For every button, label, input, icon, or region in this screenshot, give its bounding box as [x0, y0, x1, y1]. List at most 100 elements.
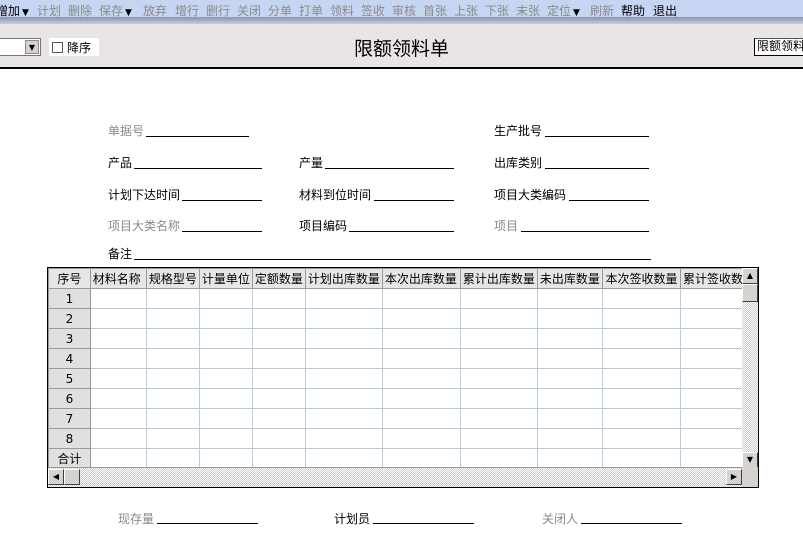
toolbar-button-20[interactable]: 退出 — [653, 2, 677, 19]
grid-cell[interactable] — [304, 408, 383, 429]
toolbar-button-18[interactable]: 刷新 — [590, 2, 614, 19]
toolbar-button-2[interactable]: 删除 — [68, 2, 92, 19]
grid-cell[interactable] — [536, 448, 604, 469]
grid-cell[interactable] — [251, 368, 306, 389]
grid-cell[interactable] — [381, 328, 461, 349]
table-row[interactable]: 6 — [48, 388, 758, 409]
quantity-field[interactable] — [325, 168, 454, 169]
grid-cell[interactable] — [536, 328, 604, 349]
grid-cell[interactable] — [381, 348, 461, 369]
toolbar-button-13[interactable]: 首张 — [423, 2, 447, 19]
column-header[interactable]: 计量单位 — [198, 268, 253, 289]
grid-cell[interactable] — [145, 328, 200, 349]
grid-cell[interactable] — [602, 288, 681, 309]
grid-cell[interactable] — [198, 428, 253, 449]
toolbar-button-7[interactable]: 关闭 — [237, 2, 261, 19]
horizontal-scroll-thumb[interactable] — [64, 469, 80, 485]
toolbar-button-10[interactable]: 领料 — [330, 2, 354, 19]
scroll-up-icon[interactable]: ▲ — [742, 268, 758, 284]
toolbar-button-1[interactable]: 计划 — [37, 2, 61, 19]
dropdown-arrow-icon[interactable]: ▼ — [22, 8, 29, 18]
row-header[interactable]: 1 — [48, 288, 91, 309]
grid-cell[interactable] — [459, 348, 538, 369]
grid-cell[interactable] — [381, 288, 461, 309]
grid-cell[interactable] — [198, 388, 253, 409]
material-time-field[interactable] — [374, 200, 454, 201]
column-header[interactable]: 规格型号 — [145, 268, 200, 289]
row-header[interactable]: 2 — [48, 308, 91, 329]
grid-cell[interactable] — [89, 408, 147, 429]
row-header[interactable]: 5 — [48, 368, 91, 389]
grid-cell[interactable] — [251, 348, 306, 369]
grid-cell[interactable] — [251, 448, 306, 469]
grid-cell[interactable] — [536, 308, 604, 329]
grid-cell[interactable] — [89, 428, 147, 449]
table-row[interactable]: 7 — [48, 408, 758, 429]
grid-cell[interactable] — [89, 388, 147, 409]
row-header[interactable]: 合计 — [48, 448, 91, 469]
planner-field[interactable] — [373, 523, 474, 524]
toolbar-button-12[interactable]: 审核 — [392, 2, 416, 19]
grid-cell[interactable] — [251, 408, 306, 429]
grid-cell[interactable] — [536, 408, 604, 429]
stock-field[interactable] — [157, 523, 258, 524]
table-row[interactable]: 2 — [48, 308, 758, 329]
grid-cell[interactable] — [602, 388, 681, 409]
table-row[interactable]: 合计 — [48, 448, 758, 469]
grid-cell[interactable] — [381, 408, 461, 429]
grid-cell[interactable] — [602, 408, 681, 429]
grid-cell[interactable] — [304, 308, 383, 329]
grid-cell[interactable] — [459, 308, 538, 329]
column-header[interactable]: 本次签收数量 — [602, 268, 681, 289]
grid-cell[interactable] — [251, 308, 306, 329]
grid-cell[interactable] — [198, 328, 253, 349]
grid-cell[interactable] — [602, 368, 681, 389]
table-row[interactable]: 1 — [48, 288, 758, 309]
toolbar-button-6[interactable]: 删行 — [206, 2, 230, 19]
grid-cell[interactable] — [381, 428, 461, 449]
grid-cell[interactable] — [145, 348, 200, 369]
material-grid[interactable]: 序号 材料名称 规格型号 计量单位 定额数量 计划出库数量 本次出库数量 累计出库数量 未出库数… — [47, 267, 759, 488]
template-select[interactable]: 限额领料单 — [754, 38, 803, 56]
grid-cell[interactable] — [89, 328, 147, 349]
grid-cell[interactable] — [304, 388, 383, 409]
grid-cell[interactable] — [602, 448, 681, 469]
grid-cell[interactable] — [536, 388, 604, 409]
grid-cell[interactable] — [145, 368, 200, 389]
grid-cell[interactable] — [602, 428, 681, 449]
table-row[interactable]: 3 — [48, 328, 758, 349]
grid-cell[interactable] — [145, 308, 200, 329]
scroll-right-icon[interactable]: ▶ — [726, 469, 742, 485]
toolbar-button-15[interactable]: 下张 — [485, 2, 509, 19]
toolbar-button-3[interactable]: 保存 ▼ — [99, 2, 132, 19]
dropdown-arrow-icon[interactable]: ▼ — [573, 8, 580, 18]
grid-cell[interactable] — [304, 328, 383, 349]
grid-cell[interactable] — [145, 388, 200, 409]
grid-cell[interactable] — [251, 288, 306, 309]
scroll-left-icon[interactable]: ◀ — [48, 469, 64, 485]
row-header[interactable]: 3 — [48, 328, 91, 349]
toolbar-button-9[interactable]: 打单 — [299, 2, 323, 19]
grid-cell[interactable] — [536, 348, 604, 369]
plan-time-field[interactable] — [182, 200, 262, 201]
grid-cell[interactable] — [145, 408, 200, 429]
column-header[interactable]: 未出库数量 — [536, 268, 604, 289]
grid-cell[interactable] — [251, 328, 306, 349]
grid-cell[interactable] — [381, 448, 461, 469]
project-category-name-field[interactable] — [182, 231, 262, 232]
grid-cell[interactable] — [602, 328, 681, 349]
grid-cell[interactable] — [198, 368, 253, 389]
grid-cell[interactable] — [145, 428, 200, 449]
grid-cell[interactable] — [89, 288, 147, 309]
grid-cell[interactable] — [89, 348, 147, 369]
row-header[interactable]: 4 — [48, 348, 91, 369]
column-header[interactable]: 定额数量 — [251, 268, 306, 289]
grid-cell[interactable] — [198, 288, 253, 309]
grid-cell[interactable] — [536, 288, 604, 309]
column-header[interactable]: 计划出库数量 — [304, 268, 383, 289]
scroll-down-icon[interactable]: ▼ — [742, 452, 758, 468]
grid-cell[interactable] — [304, 368, 383, 389]
grid-cell[interactable] — [89, 308, 147, 329]
closer-field[interactable] — [581, 523, 682, 524]
horizontal-scrollbar[interactable]: ◀ ▶ — [48, 467, 742, 487]
